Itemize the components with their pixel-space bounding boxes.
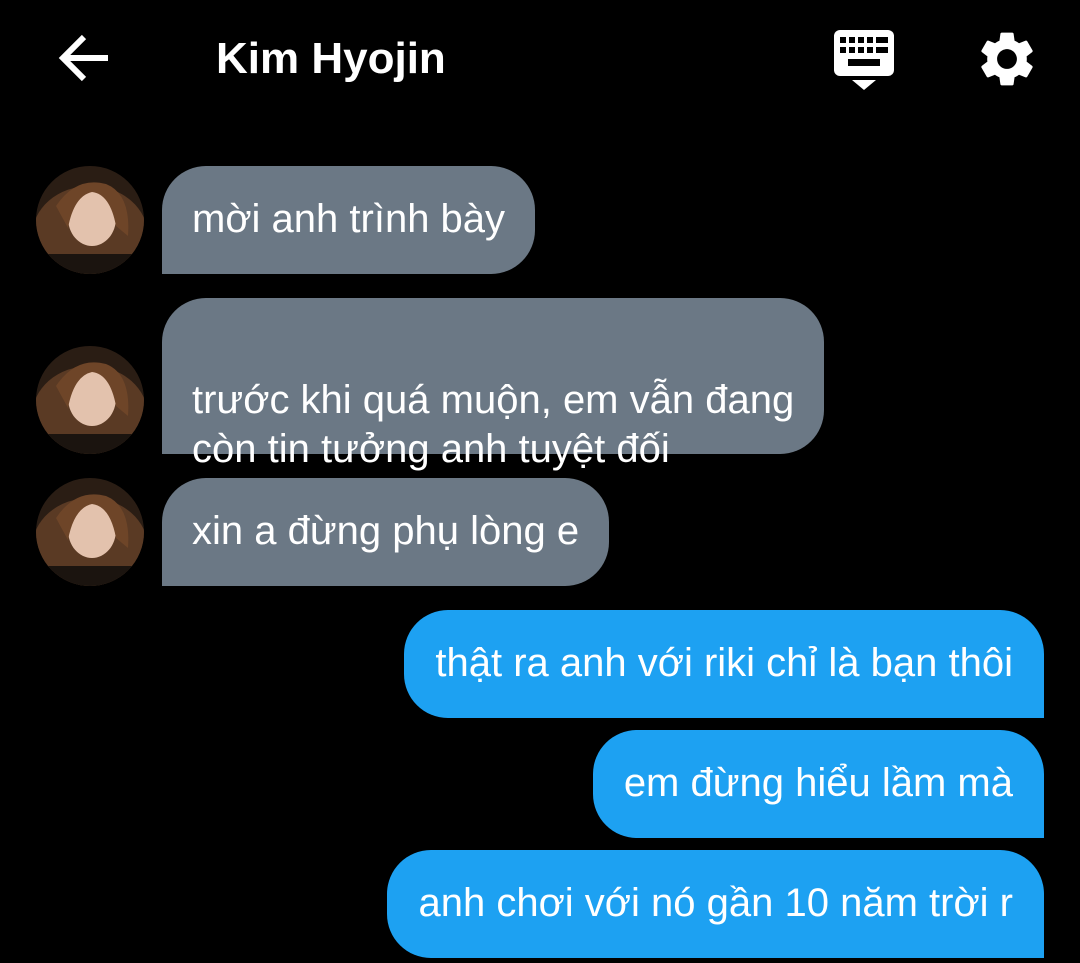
message-text: thật ra anh với riki chỉ là bạn thôi <box>435 641 1013 685</box>
profile-photo <box>36 478 144 586</box>
message-bubble-incoming[interactable]: mời anh trình bày <box>162 166 536 274</box>
message-bubble-incoming[interactable]: xin a đừng phụ lòng e <box>162 478 610 586</box>
avatar[interactable] <box>36 478 144 586</box>
avatar[interactable] <box>36 346 144 454</box>
message-text: trước khi quá muộn, em vẫn đang còn tin … <box>192 378 795 471</box>
keyboard-icon <box>834 30 894 90</box>
chat-header: Kim Hyojin <box>0 0 1080 120</box>
message-text: em đừng hiểu lầm mà <box>623 761 1013 805</box>
message-bubble-outgoing[interactable]: anh chơi với nó gần 10 năm trời r <box>387 850 1044 958</box>
profile-photo <box>36 346 144 454</box>
profile-photo <box>36 166 144 274</box>
gear-icon <box>981 32 1033 86</box>
conversation-title: Kim Hyojin <box>216 34 446 83</box>
settings-button[interactable] <box>974 26 1040 92</box>
keyboard-button[interactable] <box>830 26 898 94</box>
message-text: anh chơi với nó gần 10 năm trời r <box>418 881 1013 925</box>
message-text: mời anh trình bày <box>192 197 506 241</box>
avatar[interactable] <box>36 166 144 274</box>
message-text: xin a đừng phụ lòng e <box>192 509 580 553</box>
message-bubble-incoming[interactable]: trước khi quá muộn, em vẫn đang còn tin … <box>162 298 825 471</box>
back-button[interactable] <box>52 28 116 88</box>
message-bubble-outgoing[interactable]: em đừng hiểu lầm mà <box>592 730 1044 838</box>
arrow-left-icon <box>58 34 108 82</box>
message-bubble-outgoing[interactable]: thật ra anh với riki chỉ là bạn thôi <box>404 610 1044 718</box>
